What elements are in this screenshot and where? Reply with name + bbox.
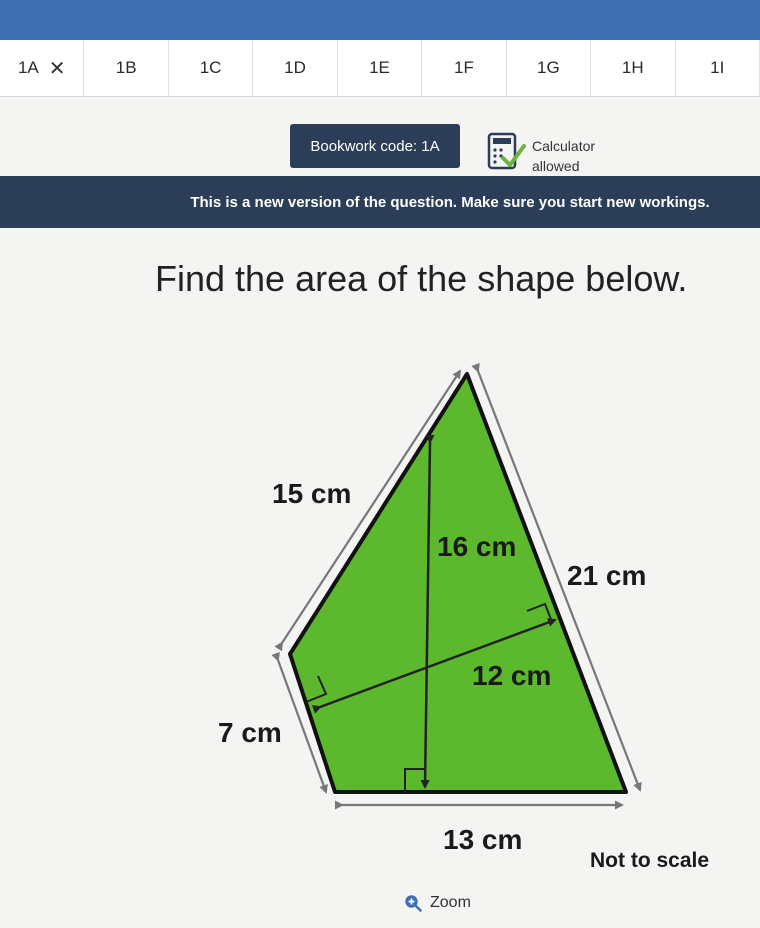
label-13-cm: 13 cm xyxy=(443,824,522,855)
zoom-button[interactable]: Zoom xyxy=(404,894,471,912)
label-16-cm: 16 cm xyxy=(437,531,516,562)
zoom-label: Zoom xyxy=(430,894,471,911)
label-15-cm: 15 cm xyxy=(272,478,351,509)
label-7-cm: 7 cm xyxy=(218,717,282,748)
shape-diagram: 15 cm 16 cm 21 cm 12 cm 7 cm 13 cm Not t… xyxy=(218,362,709,872)
label-12-cm: 12 cm xyxy=(472,660,551,691)
zoom-icon xyxy=(405,895,422,912)
not-to-scale-note: Not to scale xyxy=(590,849,709,872)
label-21-cm: 21 cm xyxy=(567,560,646,591)
